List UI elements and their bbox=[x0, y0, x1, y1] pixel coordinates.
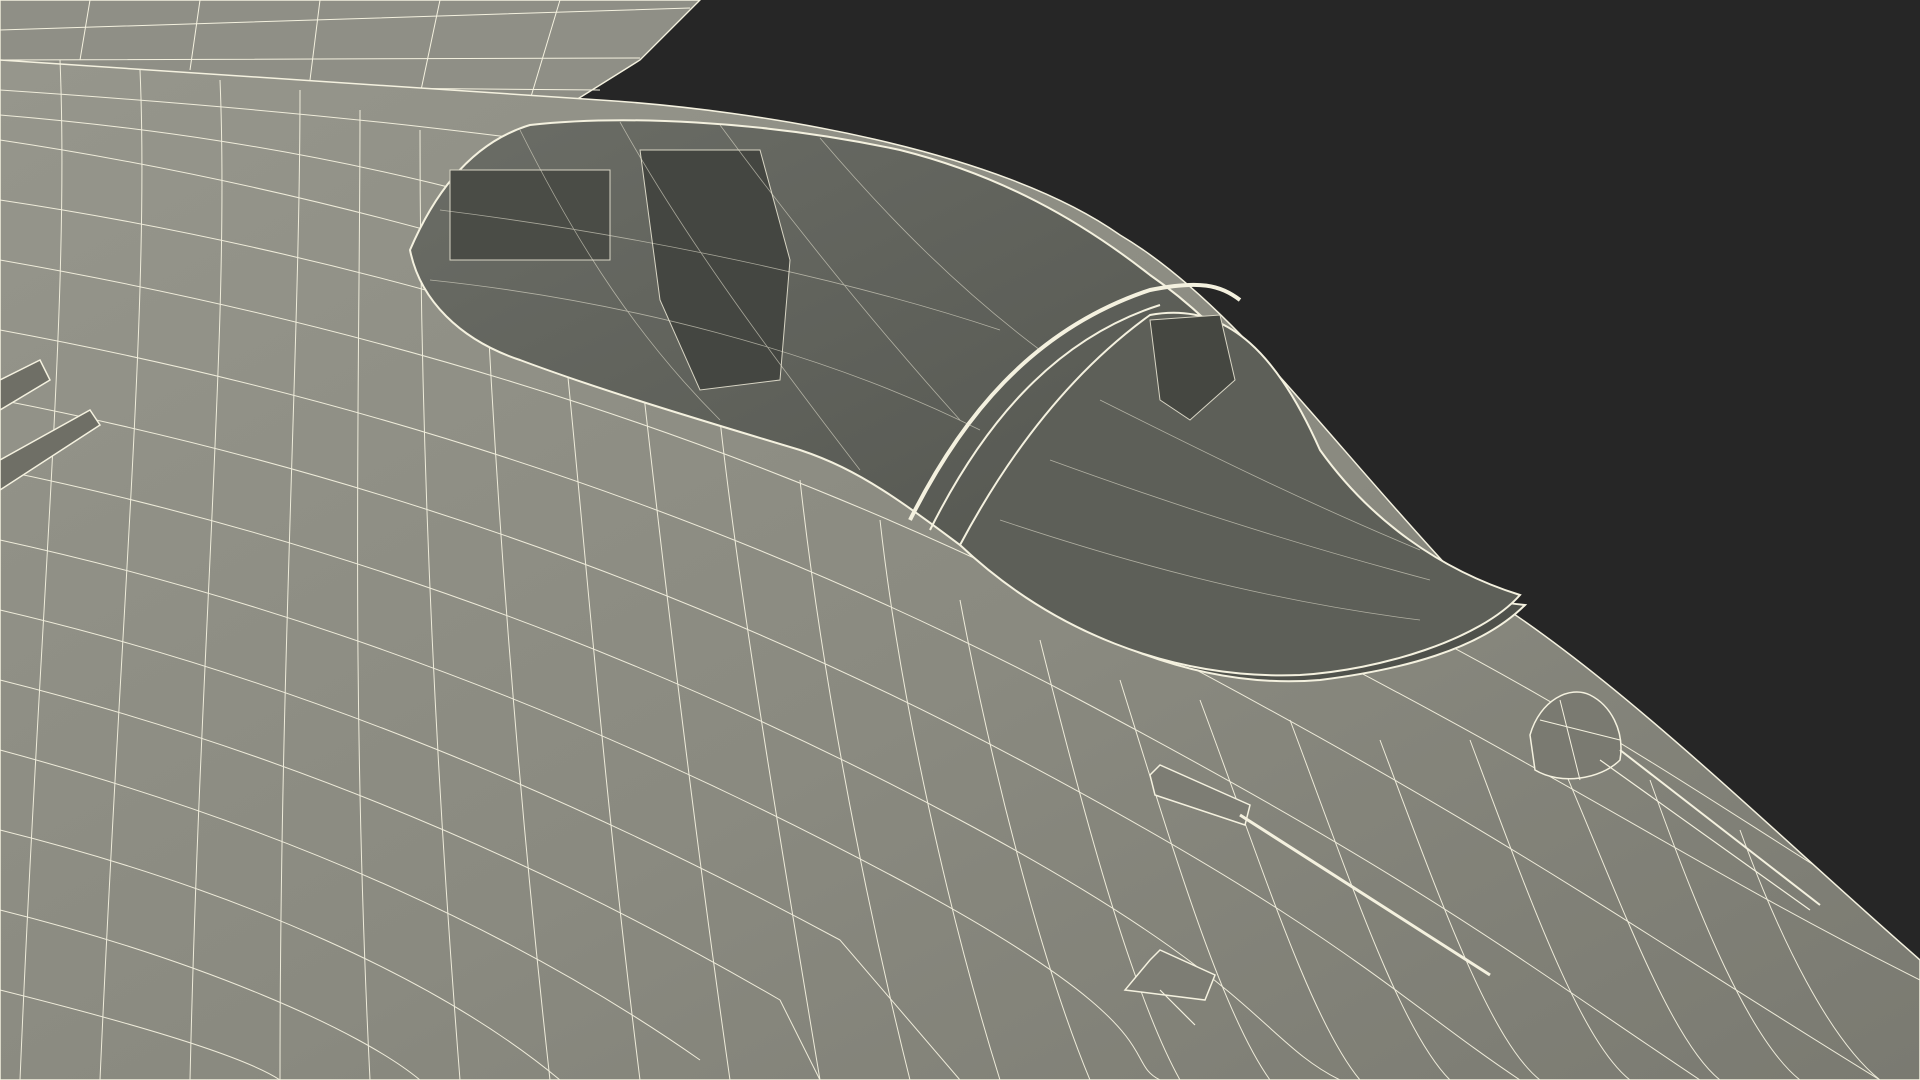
render-viewport bbox=[0, 0, 1920, 1080]
